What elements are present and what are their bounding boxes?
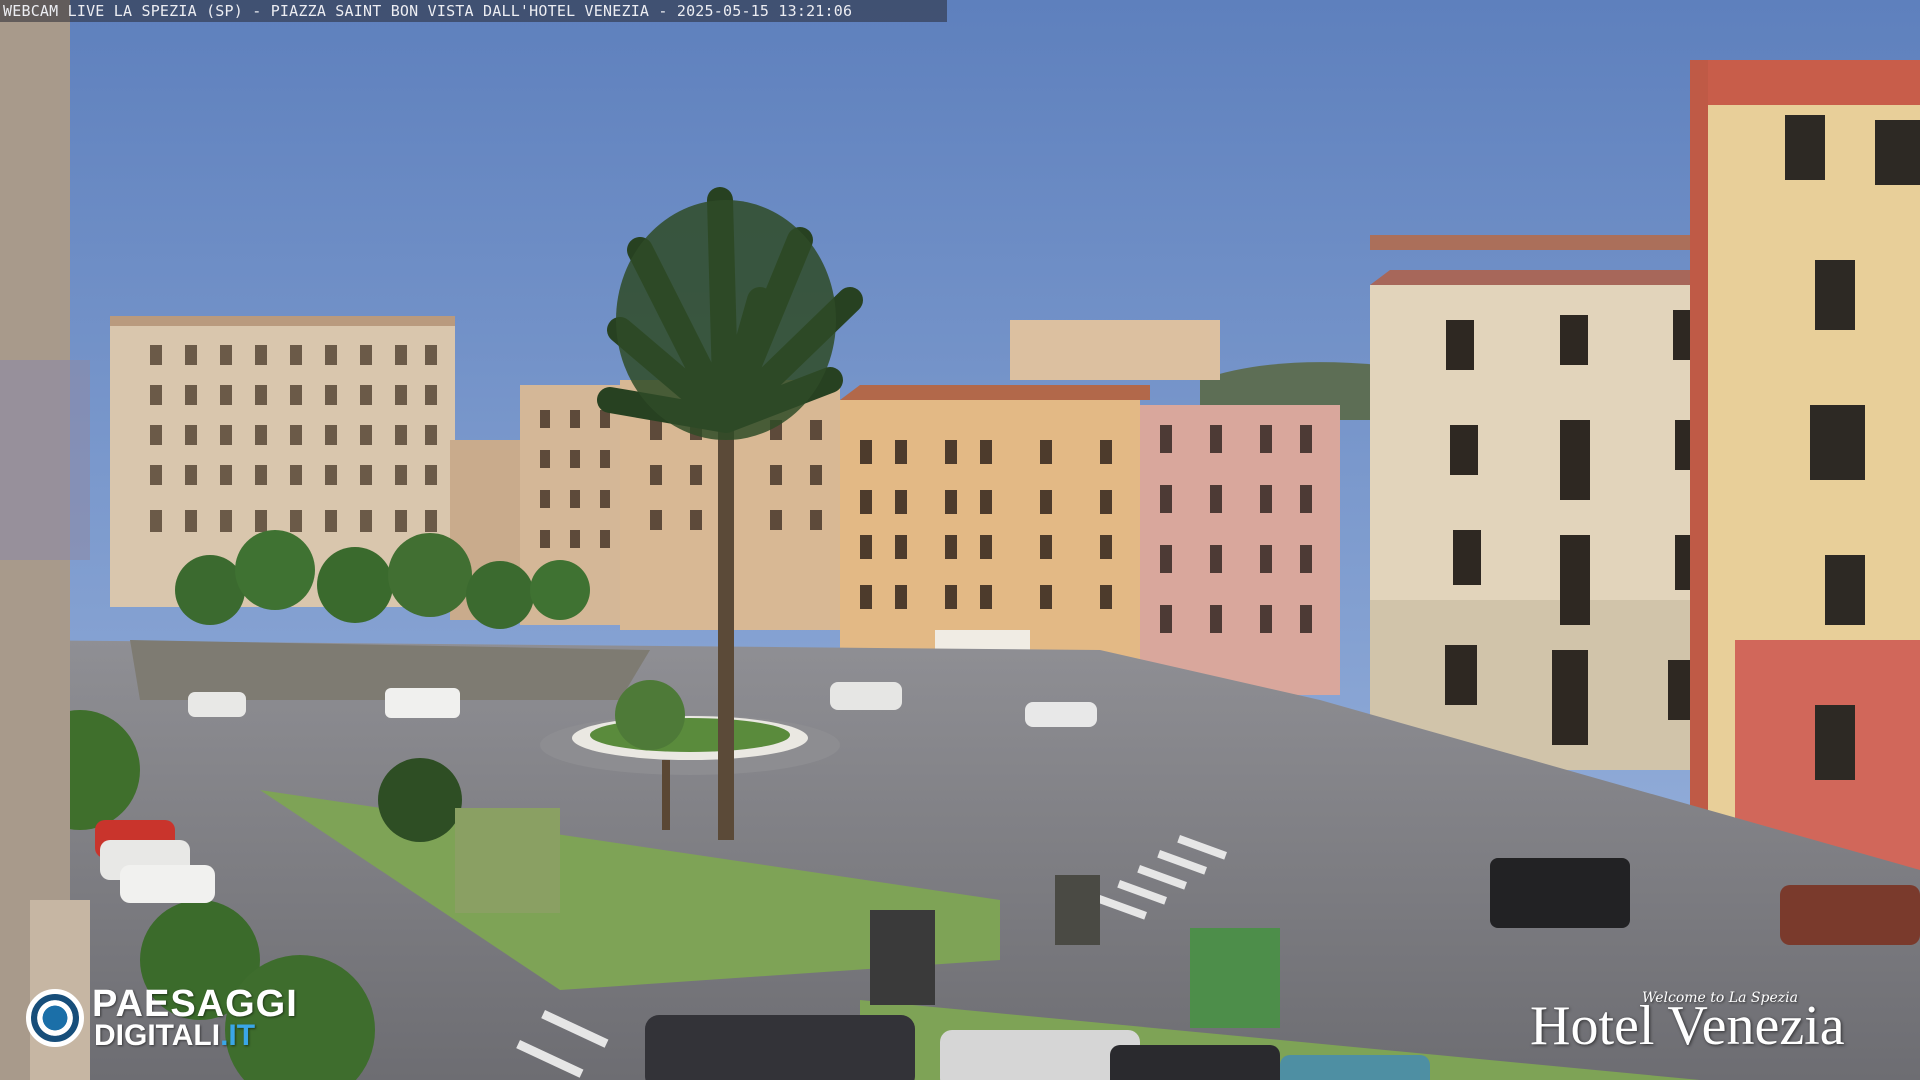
recycling-bin-left [455, 808, 560, 913]
car-black-suv [1490, 858, 1630, 928]
logo-domain-text: .IT [220, 1019, 256, 1052]
car-white-2 [830, 682, 902, 710]
hotel-name: Hotel Venezia [1530, 995, 1845, 1057]
car-van [385, 688, 460, 718]
logo-word-paesaggi: PAESAGGI [92, 983, 298, 1025]
webcam-caption: WEBCAM LIVE LA SPEZIA (SP) - PIAZZA SAIN… [0, 0, 947, 22]
paesaggi-digitali-logo[interactable]: PAESAGGI DIGITALI.IT [26, 985, 336, 1053]
info-board-center [870, 910, 935, 1005]
hotel-venezia-logo: Welcome to La Spezia Hotel Venezia [1530, 988, 1890, 1058]
car-white-3 [1025, 702, 1097, 727]
recycling-bin-right [1190, 928, 1280, 1028]
car-red [1780, 885, 1920, 945]
building-center-pink [1140, 405, 1340, 695]
info-board-right [1055, 875, 1100, 945]
building-far-right [1690, 60, 1920, 900]
logo-word-digitali: DIGITALI.IT [94, 1021, 255, 1051]
camera-lens-icon [26, 989, 84, 1047]
webcam-scene [0, 0, 1920, 1080]
roundabout [572, 716, 808, 760]
logo-digitali-text: DIGITALI [94, 1019, 221, 1052]
building-right-cream [1370, 235, 1703, 770]
car-white-1 [188, 692, 246, 717]
